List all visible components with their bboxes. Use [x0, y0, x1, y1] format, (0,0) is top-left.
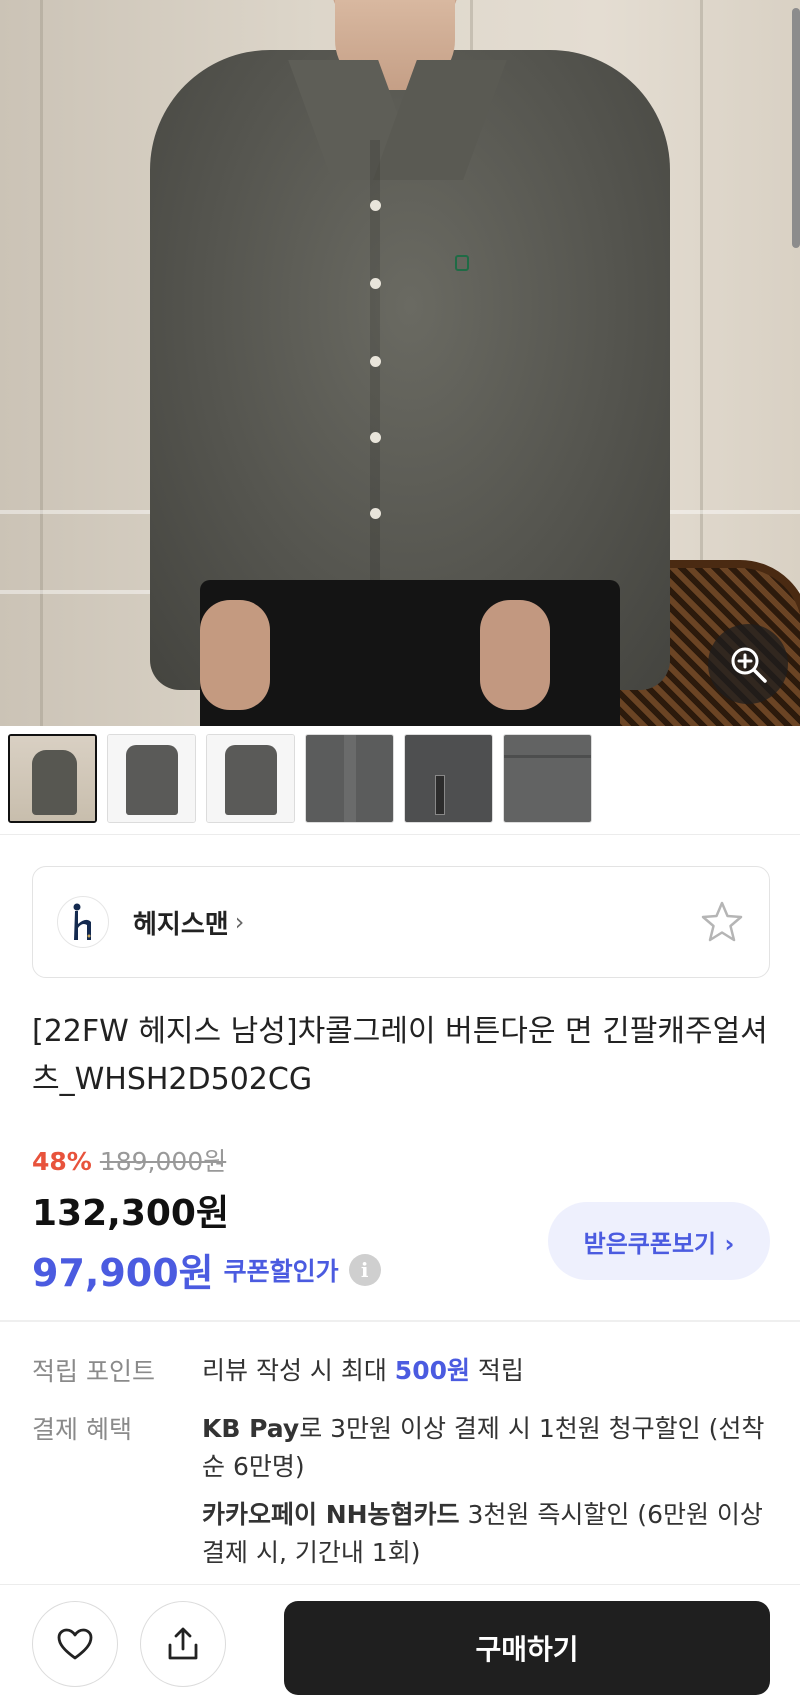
- payment-benefit-item: 카카오페이 NH농협카드 3천원 즉시할인 (6만원 이상 결제 시, 기간내 …: [202, 1496, 772, 1572]
- shirt-button: [370, 508, 381, 519]
- section-divider: [0, 1320, 800, 1322]
- wishlist-button[interactable]: [32, 1601, 118, 1687]
- share-button[interactable]: [140, 1601, 226, 1687]
- buy-button[interactable]: 구매하기: [284, 1601, 770, 1695]
- view-coupons-button[interactable]: 받은쿠폰보기 ›: [548, 1202, 770, 1280]
- favorite-brand-button[interactable]: [699, 899, 745, 945]
- heart-outline-icon: [57, 1628, 93, 1660]
- brand-logo[interactable]: [57, 896, 109, 948]
- divider: [0, 834, 800, 835]
- points-amount: 500원: [394, 1356, 470, 1385]
- bottom-action-bar: 구매하기: [0, 1584, 800, 1700]
- shirt-button: [370, 278, 381, 289]
- points-value: 리뷰 작성 시 최대 500원 적립: [202, 1352, 524, 1392]
- star-outline-icon: [701, 901, 743, 942]
- shirt-button: [370, 356, 381, 367]
- thumbnail-5[interactable]: [404, 734, 493, 823]
- thumbnail-3[interactable]: [206, 734, 295, 823]
- product-main-image[interactable]: [0, 0, 800, 726]
- brand-card: 헤지스맨 ›: [32, 866, 770, 978]
- price-block: 48% 189,000원 132,300원 97,900원 쿠폰할인가 i: [32, 1142, 381, 1297]
- thumbnail-4[interactable]: [305, 734, 394, 823]
- embroidered-logo: [455, 255, 469, 271]
- shirt-button: [370, 432, 381, 443]
- page-scrollbar[interactable]: [792, 8, 800, 248]
- thumbnail-1[interactable]: [8, 734, 97, 823]
- sale-price: 132,300원: [32, 1193, 230, 1234]
- thumbnail-2[interactable]: [107, 734, 196, 823]
- brand-link[interactable]: 헤지스맨 ›: [133, 904, 244, 941]
- brand-name: 헤지스맨: [133, 909, 229, 940]
- points-prefix: 리뷰 작성 시 최대: [202, 1356, 395, 1385]
- brand-logo-icon: [73, 903, 91, 940]
- chevron-right-icon: ›: [234, 908, 245, 936]
- payment-label: 결제 혜택: [32, 1415, 132, 1444]
- coupon-price-label: 쿠폰할인가: [223, 1256, 339, 1286]
- info-icon[interactable]: i: [348, 1253, 381, 1286]
- share-icon: [168, 1627, 198, 1660]
- benefits-section: 적립 포인트 리뷰 작성 시 최대 500원 적립 결제 혜택 KB Pay로 …: [32, 1352, 772, 1582]
- wall-panel-line: [40, 0, 43, 726]
- shirt-button: [370, 200, 381, 211]
- payment-benefit-strong: 카카오페이 NH농협카드: [202, 1500, 460, 1529]
- payment-benefit-strong: KB Pay: [202, 1414, 300, 1443]
- product-title: [22FW 헤지스 남성]차콜그레이 버튼다운 면 긴팔캐주얼셔츠_WHSH2D…: [32, 1014, 768, 1097]
- payment-benefits: KB Pay로 3만원 이상 결제 시 1천원 청구할인 (선착순 6만명) 카…: [202, 1410, 772, 1582]
- points-suffix: 적립: [469, 1356, 524, 1385]
- points-row: 적립 포인트 리뷰 작성 시 최대 500원 적립: [32, 1352, 772, 1392]
- zoom-button[interactable]: [708, 624, 788, 704]
- hand-left: [200, 600, 270, 710]
- coupon-price: 97,900원: [32, 1251, 214, 1295]
- payment-row: 결제 혜택 KB Pay로 3만원 이상 결제 시 1천원 청구할인 (선착순 …: [32, 1410, 772, 1582]
- discount-rate: 48%: [32, 1147, 92, 1176]
- zoom-in-icon: [731, 647, 767, 683]
- hand-right: [480, 600, 550, 710]
- discount-row: 48% 189,000원: [32, 1142, 381, 1178]
- original-price: 189,000원: [99, 1147, 227, 1176]
- thumbnail-6[interactable]: [503, 734, 592, 823]
- points-label: 적립 포인트: [32, 1357, 155, 1386]
- payment-benefit-item: KB Pay로 3만원 이상 결제 시 1천원 청구할인 (선착순 6만명): [202, 1410, 772, 1486]
- thumbnail-strip: [8, 734, 592, 824]
- coupon-price-row: 97,900원 쿠폰할인가 i: [32, 1242, 381, 1297]
